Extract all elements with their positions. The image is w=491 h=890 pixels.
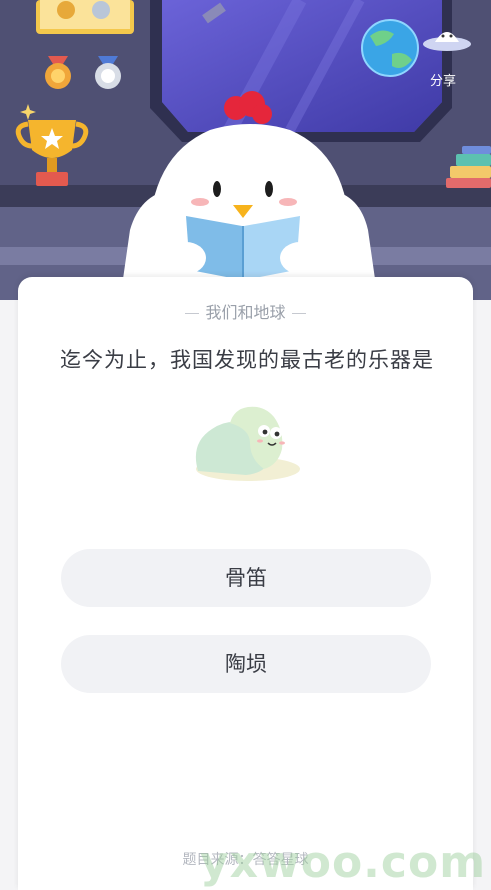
option-button-1[interactable]: 骨笛 <box>61 549 431 607</box>
earth-icon <box>361 19 419 77</box>
option-button-2[interactable]: 陶埙 <box>61 635 431 693</box>
badge-frame <box>36 0 134 34</box>
snail-mascot <box>190 403 300 487</box>
divider-right <box>291 313 306 314</box>
category-heading: 我们和地球 <box>18 299 473 323</box>
watermark-logo: yxwoo.com <box>200 837 487 888</box>
category-label: 我们和地球 <box>205 303 286 322</box>
question-card: 我们和地球 迄今为止，我国发现的最古老的乐器是 骨笛 陶埙 题目来源：答答星球 <box>18 277 473 890</box>
share-button[interactable]: 分享 <box>430 70 456 89</box>
divider-left <box>185 313 200 314</box>
hero-banner: 分享 <box>0 0 491 300</box>
question-text: 迄今为止，我国发现的最古老的乐器是 <box>60 348 434 372</box>
hero-scene <box>0 0 491 300</box>
